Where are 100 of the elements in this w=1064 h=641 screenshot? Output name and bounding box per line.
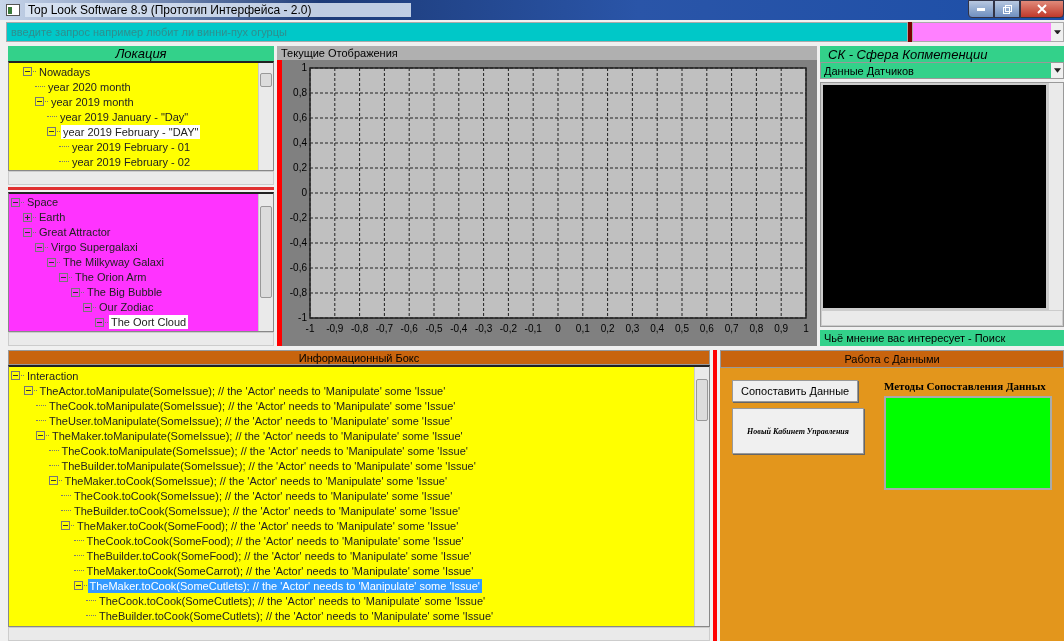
tree-item[interactable]: The Orion Arm (73, 270, 149, 285)
tree-item[interactable]: TheMaker.toCook(SomeIssue); // the 'Actor' needs to 'Manipulate' some 'Issue' (62, 473, 449, 488)
tree-item[interactable]: year 2019 February - 01 (70, 139, 192, 154)
tree-item[interactable]: TheMaker.toCook(SomeFood); // the 'Actor' needs to 'Manipulate' some 'Issue' (75, 518, 461, 533)
action-button[interactable]: Новый Кабинет Управления (732, 408, 864, 454)
tree-item[interactable]: Virgo Supergalaxi (49, 240, 140, 255)
tree-item[interactable]: TheBuilder.toManipulate(SomeIssue); // the 'Actor' needs to 'Manipulate' some 'Issue' (59, 458, 478, 473)
tree-item[interactable]: year 2019 January - "Day" (58, 109, 191, 124)
x-tick-label: 0,3 (625, 323, 640, 334)
vertical-scrollbar[interactable] (258, 63, 273, 170)
tree-item[interactable]: TheMaker.toCook(SomeCarrot); // the 'Actor' needs to 'Manipulate' some 'Issue' (84, 563, 476, 578)
panel-title: Работа с Данными (720, 350, 1064, 368)
action-button[interactable]: Сопоставить Данные (732, 380, 859, 402)
tree-item[interactable]: Nowadays (37, 64, 93, 79)
y-tick-label: -0,2 (289, 212, 307, 223)
tree-item[interactable]: Earth (37, 210, 68, 225)
vertical-scrollbar[interactable] (1048, 83, 1063, 310)
tree-item[interactable]: TheUser.toManipulate(SomeIssue); // the 'Actor' needs to 'Manipulate' some 'Issue' (47, 413, 455, 428)
horizontal-scrollbar[interactable] (8, 171, 274, 186)
tree-item[interactable]: year 2020 month (46, 79, 133, 94)
dropdown[interactable]: Данные Датчиков (820, 62, 1064, 79)
tree-item[interactable]: TheCook.toCook(SomeIssue); // the 'Actor' needs to 'Manipulate' some 'Issue' (72, 488, 455, 503)
close-button[interactable] (1020, 0, 1064, 18)
x-tick-label: 0 (555, 323, 561, 334)
collapse-icon[interactable] (23, 386, 33, 396)
panel-title: Текущие Отображения (277, 46, 817, 60)
collapse-icon[interactable] (11, 371, 20, 381)
search-field[interactable]: введите запрос например любит ли винни-пух огурцы (6, 22, 908, 42)
x-tick-label: 0,4 (650, 323, 665, 334)
tree-item[interactable]: Interaction (25, 368, 81, 383)
search-hint: Чьё мнение вас интересует - Поиск (820, 330, 1064, 346)
y-tick-label: 0,8 (293, 87, 307, 98)
tree-item[interactable]: Our Zodiac (97, 300, 156, 315)
window-title: Top Look Software 8.9 (Прототип Интерфейса - 2.0) (25, 3, 411, 17)
horizontal-scrollbar[interactable] (8, 627, 710, 641)
tree-item[interactable]: TheCook.toManipulate(SomeIssue); // the 'Actor' needs to 'Manipulate' some 'Issue' (59, 443, 470, 458)
tree-item[interactable]: The Milkyway Galaxi (61, 255, 166, 270)
x-tick-label: 0,9 (774, 323, 789, 334)
y-tick-label: -0,4 (289, 237, 307, 248)
x-tick-label: 0,7 (724, 323, 739, 334)
x-tick-label: -0,7 (375, 323, 393, 334)
tree-item[interactable]: TheBuilder.toCook(SomeCutlets); // the 'Actor' needs to 'Manipulate' some 'Issue' (97, 608, 496, 623)
collapse-icon[interactable] (61, 521, 70, 531)
collapse-icon[interactable] (35, 97, 44, 106)
y-tick-label: -0,6 (289, 262, 307, 273)
x-tick-label: 0,6 (699, 323, 714, 334)
vertical-scrollbar[interactable] (258, 193, 273, 331)
y-tick-label: -0,8 (289, 287, 307, 298)
x-tick-label: -0,8 (351, 323, 369, 334)
y-tick-label: 1 (301, 62, 307, 73)
x-tick-label: -0,1 (524, 323, 542, 334)
y-tick-label: 0 (301, 187, 307, 198)
collapse-icon[interactable] (47, 127, 56, 136)
tree-item[interactable]: TheCook.toManipulate(SomeIssue); // the 'Actor' needs to 'Manipulate' some 'Issue' (47, 398, 458, 413)
tree-item[interactable]: TheBuilder.toCook(SomeFood); // the 'Actor' needs to 'Manipulate' some 'Issue' (84, 548, 474, 563)
y-tick-label: 0,4 (293, 137, 307, 148)
tree-item[interactable]: TheBuilder.toCook(SomeIssue); // the 'Actor' needs to 'Manipulate' some 'Issue' (72, 503, 463, 518)
x-tick-label: 0,8 (749, 323, 764, 334)
tree-item[interactable]: TheActor.toManipulate(SomeIssue); // the 'Actor' needs to 'Manipulate' some 'Issue' (37, 383, 448, 398)
x-tick-label: -0,5 (425, 323, 443, 334)
collapse-icon[interactable] (48, 476, 58, 486)
panel-title: Локация (8, 46, 274, 61)
panel-title: Информационный Бокс (8, 350, 710, 366)
collapse-icon[interactable] (36, 431, 45, 441)
tree-item[interactable]: Space (25, 195, 61, 210)
vertical-scrollbar[interactable] (694, 367, 709, 627)
collapse-icon[interactable] (23, 67, 32, 76)
tree-item[interactable]: Great Attractor (37, 225, 113, 240)
tree-item[interactable]: TheMaker.toManipulate(SomeIssue); // the 'Actor' needs to 'Manipulate' some 'Issue' (50, 428, 465, 443)
caret-icon (1053, 29, 1061, 35)
tree-item[interactable]: The Big Bubble (85, 285, 165, 300)
collapse-icon[interactable] (73, 581, 83, 591)
x-tick-label: 0,2 (600, 323, 615, 334)
tree-item[interactable]: year 2019 February - "DAY" (61, 124, 201, 139)
tree-item[interactable]: The Oort Cloud (109, 315, 189, 330)
x-tick-label: 1 (803, 323, 809, 334)
minimize-icon (977, 7, 985, 11)
app-icon (6, 4, 20, 16)
y-tick-label: -1 (298, 312, 307, 323)
tree-item[interactable]: year 2019 February - 02 (70, 154, 192, 169)
panel-title: СК - Сфера Копметенции (820, 46, 1064, 62)
y-tick-label: 0,6 (293, 112, 307, 123)
x-tick-label: 0,5 (675, 323, 689, 334)
tree-item[interactable]: year 2019 month (49, 94, 136, 109)
close-icon (1037, 4, 1047, 14)
x-tick-label: -0,2 (499, 323, 517, 334)
tree-item[interactable]: TheCook.toCook(SomeCutlets); // the 'Actor' needs to 'Manipulate' some 'Issue' (97, 593, 488, 608)
x-tick-label: -0,6 (400, 323, 418, 334)
x-tick-label: -0,4 (450, 323, 468, 334)
y-tick-label: 0,2 (293, 162, 307, 173)
x-tick-label: -0,9 (326, 323, 344, 334)
tree-item[interactable]: TheCook.toCook(SomeFood); // the 'Actor' needs to 'Manipulate' some 'Issue' (84, 533, 466, 548)
maximize-button[interactable] (994, 0, 1020, 18)
expand-icon[interactable] (23, 212, 32, 222)
x-tick-label: -0,3 (475, 323, 493, 334)
x-tick-label: 0,1 (575, 323, 590, 334)
methods-label: Методы Сопоставления Данных (884, 380, 1047, 392)
minimize-button[interactable] (968, 0, 994, 18)
horizontal-scrollbar[interactable] (821, 310, 1063, 326)
caret-icon (1053, 68, 1061, 73)
